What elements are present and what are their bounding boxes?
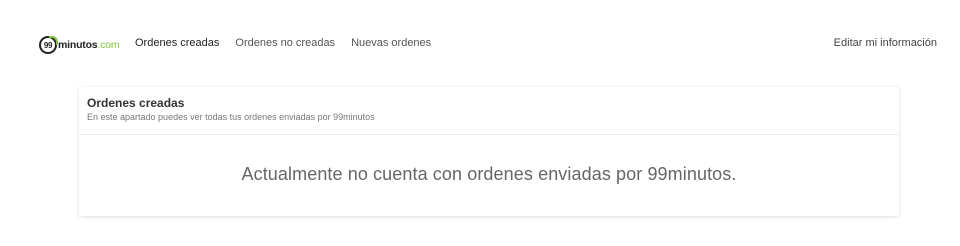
top-navbar: 99 minutos .com Ordenes creadas Ordenes n… [0, 0, 960, 88]
orders-card: Ordenes creadas En este apartado puedes … [79, 87, 899, 216]
logo-suffix: .com [97, 39, 120, 51]
card-header: Ordenes creadas En este apartado puedes … [79, 87, 899, 135]
card-title: Ordenes creadas [87, 96, 185, 110]
empty-state-message: Actualmente no cuenta con ordenes enviad… [241, 163, 737, 184]
brand-logo[interactable]: 99 minutos .com [39, 36, 120, 54]
logo-badge: 99 [39, 36, 58, 54]
nav-item-nuevas-ordenes[interactable]: Nuevas ordenes [351, 37, 431, 49]
edit-profile-link[interactable]: Editar mi información [834, 37, 937, 49]
logo-word: minutos [58, 39, 98, 51]
card-subtitle: En este apartado puedes ver todas tus or… [87, 112, 375, 122]
nav-links: Ordenes creadas Ordenes no creadas Nueva… [135, 37, 431, 49]
nav-item-ordenes-creadas[interactable]: Ordenes creadas [135, 37, 219, 49]
card-body: Actualmente no cuenta con ordenes enviad… [79, 135, 899, 215]
nav-item-ordenes-no-creadas[interactable]: Ordenes no creadas [235, 37, 335, 49]
